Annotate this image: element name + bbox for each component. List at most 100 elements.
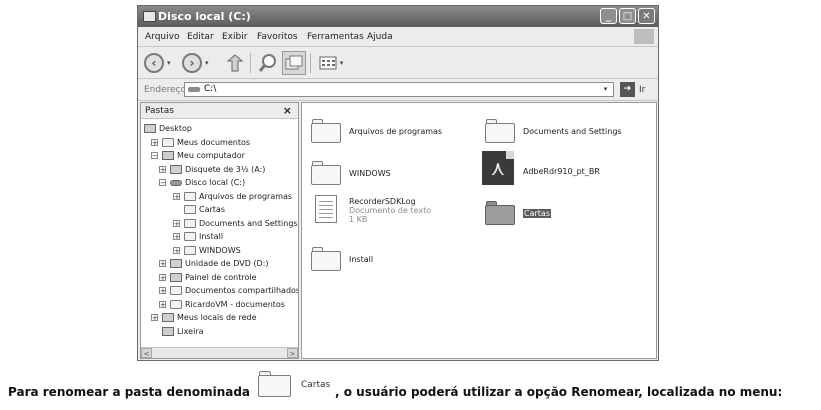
item-name: Install xyxy=(349,255,374,264)
menu-arquivo[interactable]: Arquivo xyxy=(145,32,179,42)
toolbar-separator xyxy=(250,53,251,73)
question-text-after: , o usuário poderá utilizar a opção Reno… xyxy=(335,385,783,399)
tree-item-label: Arquivos de programas xyxy=(199,191,293,201)
folders-button[interactable] xyxy=(282,51,306,75)
folders-icon xyxy=(285,55,303,70)
expand-icon[interactable]: + xyxy=(159,260,166,268)
tree-item[interactable]: + RicardoVM - documentos xyxy=(141,298,298,311)
tree-item[interactable]: − Meu computador xyxy=(141,149,298,162)
tree-item[interactable]: − Disco local (C:) xyxy=(141,176,298,189)
item-type: Documento de texto xyxy=(349,206,432,215)
folder-window-icon xyxy=(143,11,156,22)
views-button[interactable]: ▾ xyxy=(316,51,346,75)
item-name: AdbeRdr910_pt_BR xyxy=(523,167,600,176)
tree-item[interactable]: + Arquivos de programas xyxy=(141,190,298,203)
title-bar[interactable]: Disco local (C:) _ □ ✕ xyxy=(138,6,658,27)
horizontal-scrollbar[interactable]: < > xyxy=(141,347,298,358)
scroll-right-button[interactable]: > xyxy=(287,348,298,358)
chevron-down-icon[interactable]: ▾ xyxy=(600,84,611,95)
tree-item-label: Meu computador xyxy=(177,151,245,160)
folder-item-documents-and-settings[interactable]: Documents and Settings xyxy=(485,115,655,145)
folder-item-cartas[interactable]: Cartas xyxy=(485,199,645,229)
item-name: Arquivos de programas xyxy=(349,127,443,136)
menu-ajuda[interactable]: Ajuda xyxy=(367,32,393,42)
tree-item-label: Documentos compartilhados xyxy=(185,286,299,295)
tree-item-label: Unidade de DVD (D:) xyxy=(185,259,269,268)
expand-icon[interactable]: + xyxy=(151,314,158,322)
tree-item-label: Meus documentos xyxy=(177,137,251,147)
address-bar: Endereço C:\ ▾ ➔ Ir xyxy=(138,79,658,101)
expand-icon[interactable]: + xyxy=(173,219,180,227)
folders-pane-header: Pastas × xyxy=(141,103,298,119)
folder-icon xyxy=(184,245,196,255)
window-title: Disco local (C:) xyxy=(158,10,251,23)
address-input[interactable]: C:\ ▾ xyxy=(184,82,614,97)
menu-exibir[interactable]: Exibir xyxy=(222,32,247,42)
folder-icon xyxy=(485,119,515,143)
expand-icon[interactable]: + xyxy=(159,165,166,173)
go-label[interactable]: Ir xyxy=(639,85,645,95)
floppy-icon xyxy=(170,164,182,174)
tree-item[interactable]: Cartas xyxy=(141,203,298,216)
menu-editar[interactable]: Editar xyxy=(187,32,214,42)
expand-icon[interactable]: + xyxy=(159,287,166,295)
back-button[interactable]: ‹ ▾ xyxy=(144,51,171,75)
expand-icon[interactable]: + xyxy=(159,300,166,308)
close-pane-button[interactable]: × xyxy=(283,104,292,117)
item-name: RecorderSDKLog xyxy=(349,197,416,206)
back-arrow-icon: ‹ xyxy=(144,53,164,73)
content-pane: Arquivos de programas Documents and Sett… xyxy=(301,102,657,359)
expand-icon[interactable]: + xyxy=(173,246,180,254)
forward-button[interactable]: › ▾ xyxy=(182,51,209,75)
go-button[interactable]: ➔ xyxy=(620,82,635,97)
folder-icon xyxy=(184,218,196,228)
tree-item[interactable]: + Install xyxy=(141,230,298,243)
tree-item[interactable]: Desktop xyxy=(141,122,298,135)
tree-item[interactable]: + Meus documentos xyxy=(141,136,298,149)
tree-item[interactable]: + Disquete de 3½ (A:) xyxy=(141,163,298,176)
search-button[interactable] xyxy=(256,51,280,75)
tree-item[interactable]: + Documents and Settings xyxy=(141,217,298,230)
expand-icon[interactable]: + xyxy=(173,233,180,241)
expand-icon[interactable]: + xyxy=(151,138,158,146)
expand-icon[interactable]: + xyxy=(173,192,180,200)
tree-item[interactable]: + Painel de controle xyxy=(141,271,298,284)
menu-favoritos[interactable]: Favoritos xyxy=(257,32,298,42)
collapse-icon[interactable]: − xyxy=(159,179,166,187)
pdf-installer-icon: ⋏ xyxy=(482,151,514,185)
folders-pane-title: Pastas xyxy=(145,106,174,116)
file-item-recordersdklog[interactable]: RecorderSDKLog Documento de texto 1 KB xyxy=(311,195,471,231)
up-button[interactable] xyxy=(224,51,246,75)
close-button[interactable]: ✕ xyxy=(638,8,655,24)
maximize-button[interactable]: □ xyxy=(619,8,636,24)
tree-item-label: Desktop xyxy=(159,124,192,133)
folder-icon xyxy=(258,371,291,397)
tree-item[interactable]: Lixeira xyxy=(141,325,298,338)
tree-item-label: Disco local (C:) xyxy=(185,178,246,187)
folder-item-arquivos-de-programas[interactable]: Arquivos de programas xyxy=(311,115,471,145)
tree-item-label: Documents and Settings xyxy=(199,218,298,228)
control-panel-icon xyxy=(170,272,182,282)
computer-icon xyxy=(162,151,174,160)
folder-icon xyxy=(162,137,174,147)
tree-item-label: Cartas xyxy=(199,205,225,214)
tree-item[interactable]: + Meus locais de rede xyxy=(141,311,298,324)
collapse-icon[interactable]: − xyxy=(151,152,158,160)
toolbar: ‹ ▾ › ▾ ▾ xyxy=(138,47,658,79)
item-name-selected: Cartas xyxy=(523,209,551,218)
scroll-left-button[interactable]: < xyxy=(141,348,152,358)
expand-icon[interactable]: + xyxy=(159,273,166,281)
views-icon xyxy=(319,56,337,70)
tree-item[interactable]: + WINDOWS xyxy=(141,244,298,257)
minimize-button[interactable]: _ xyxy=(600,8,617,24)
menu-ferramentas[interactable]: Ferramentas xyxy=(307,32,364,42)
tree-item-label: RicardoVM - documentos xyxy=(185,299,285,309)
tree-item[interactable]: + Documentos compartilhados xyxy=(141,284,299,297)
file-item-adberdr910[interactable]: ⋏ AdbeRdr910_pt_BR xyxy=(482,151,652,187)
question-folder-name: Cartas xyxy=(301,380,331,390)
folder-item-windows[interactable]: WINDOWS xyxy=(311,157,471,187)
folder-item-install[interactable]: Install xyxy=(311,245,471,275)
folder-icon xyxy=(311,161,341,185)
item-name: Documents and Settings xyxy=(523,127,622,136)
tree-item[interactable]: + Unidade de DVD (D:) xyxy=(141,257,298,270)
